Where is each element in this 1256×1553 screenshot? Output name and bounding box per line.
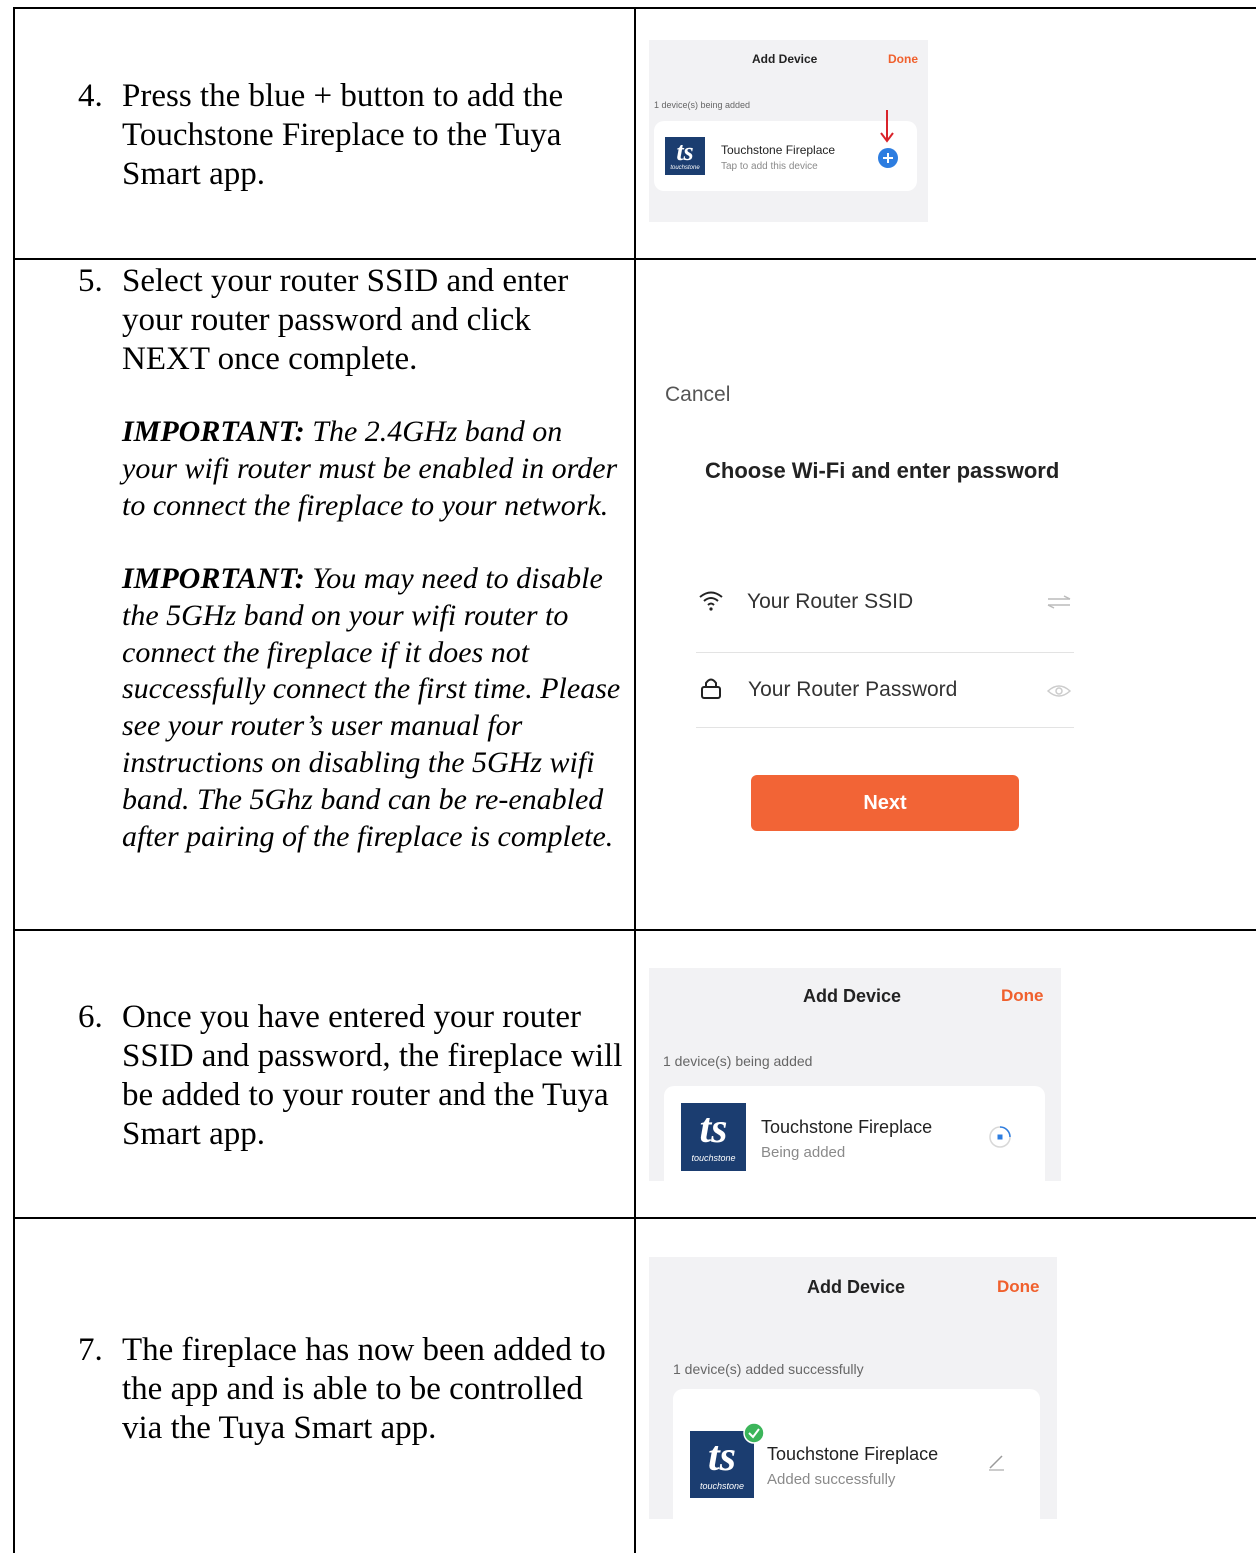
done-button[interactable]: Done	[888, 52, 918, 66]
done-button[interactable]: Done	[997, 1277, 1040, 1297]
device-name: Touchstone Fireplace	[761, 1117, 933, 1137]
password-field[interactable]: Your Router Password	[748, 678, 957, 702]
device-name: Touchstone Fireplace	[721, 143, 836, 157]
step-6: 6. Once you have entered your router SSI…	[78, 998, 623, 1154]
screen-title: Add Device	[807, 1277, 906, 1297]
touchstone-logo: ts touchstone	[681, 1103, 746, 1171]
touchstone-logo: ts touchstone	[665, 137, 705, 175]
note-label: IMPORTANT:	[122, 561, 305, 595]
add-plus-button[interactable]	[878, 148, 898, 168]
column-divider	[634, 7, 636, 1553]
note-label: IMPORTANT:	[122, 415, 305, 448]
wifi-icon	[699, 591, 723, 611]
add-device-screen-2: Add Device Done 1 device(s) being added …	[649, 968, 1061, 1181]
red-arrow-icon	[880, 110, 894, 143]
done-button[interactable]: Done	[1001, 986, 1044, 1006]
next-button[interactable]: Next	[751, 775, 1019, 831]
device-count-text: 1 device(s) being added	[654, 100, 751, 110]
password-divider	[696, 727, 1074, 728]
device-status: Added successfully	[767, 1471, 896, 1488]
step-number: 7.	[78, 1332, 103, 1368]
device-status: Being added	[761, 1144, 846, 1161]
lock-icon	[701, 678, 721, 699]
step-7: 7. The fireplace has now been added to t…	[78, 1331, 623, 1448]
ssid-divider	[696, 652, 1074, 653]
eye-icon[interactable]	[1046, 683, 1072, 699]
add-device-screen-3: Add Device Done 1 device(s) added succes…	[649, 1257, 1057, 1519]
edit-pencil-icon[interactable]	[987, 1453, 1005, 1471]
important-note-2: IMPORTANT: You may need to disable the 5…	[122, 561, 623, 856]
wifi-heading: Choose Wi-Fi and enter password	[705, 458, 1060, 483]
step-5: 5. Select your router SSID and enter you…	[78, 262, 623, 856]
important-note-1: IMPORTANT: The 2.4GHz band on your wifi …	[122, 414, 623, 525]
ssid-field[interactable]: Your Router SSID	[747, 590, 913, 614]
device-count-text: 1 device(s) being added	[663, 1053, 813, 1069]
add-device-screen-1: Add Device Done 1 device(s) being added …	[649, 40, 928, 222]
device-count-text: 1 device(s) added successfully	[673, 1361, 864, 1377]
switch-network-icon[interactable]	[1046, 595, 1072, 609]
step-number: 6.	[78, 999, 103, 1035]
step-4: 4. Press the blue + button to add the To…	[78, 77, 623, 194]
step-number: 5.	[78, 263, 103, 299]
note-text: You may need to disable the 5GHz band on…	[122, 561, 621, 854]
device-card: ts touchstone Touchstone Fireplace Being…	[664, 1086, 1045, 1181]
device-name: Touchstone Fireplace	[767, 1444, 939, 1464]
step-text: The fireplace has now been added to the …	[122, 1332, 606, 1446]
wifi-screen: Cancel Choose Wi-Fi and enter password Y…	[650, 370, 1090, 850]
screen-title: Add Device	[803, 986, 902, 1006]
cancel-button[interactable]: Cancel	[665, 383, 730, 407]
step-text: Press the blue + button to add the Touch…	[122, 78, 564, 192]
device-card: ts touchstone Touchstone Fireplace Added…	[673, 1389, 1040, 1519]
table-left-border	[13, 7, 15, 1553]
success-check-icon	[743, 1422, 765, 1444]
device-status: Tap to add this device	[721, 161, 818, 172]
step-text: Select your router SSID and enter your r…	[122, 263, 569, 377]
step-number: 4.	[78, 78, 103, 114]
step-text: Once you have entered your router SSID a…	[122, 999, 623, 1152]
loading-spinner-icon	[989, 1126, 1011, 1148]
screen-title: Add Device	[752, 52, 818, 66]
